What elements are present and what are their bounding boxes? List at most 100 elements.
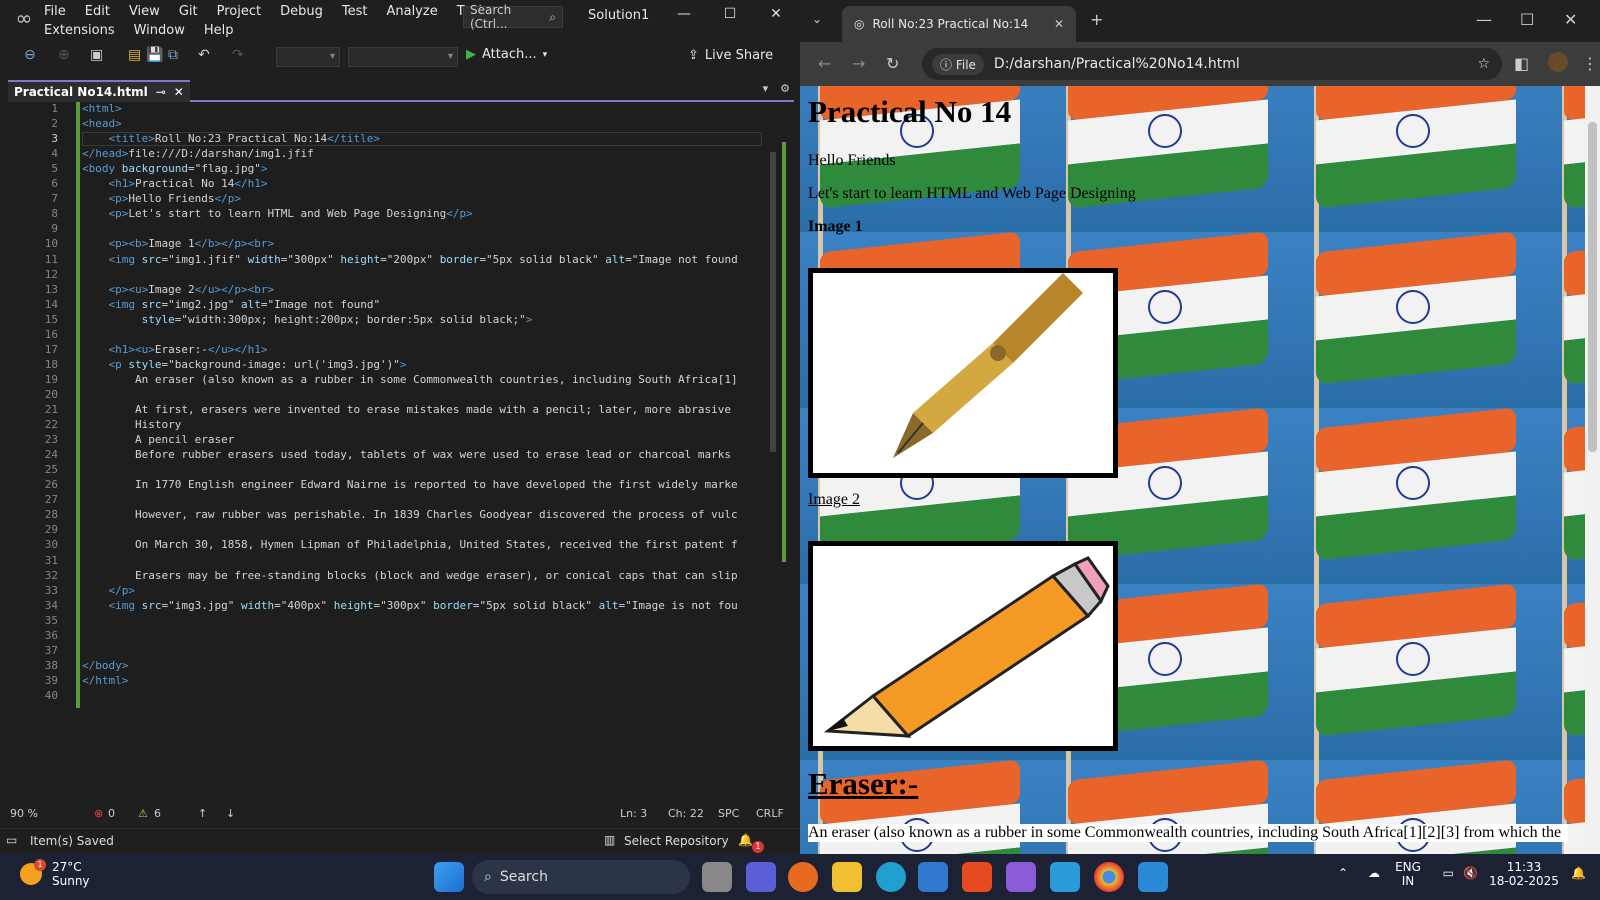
close-icon[interactable]: ✕ (764, 6, 788, 22)
back-icon[interactable]: ← (818, 54, 831, 73)
tab-close-icon[interactable]: ✕ (174, 85, 184, 99)
minimize-icon[interactable]: — (1476, 10, 1492, 29)
taskbar-search[interactable]: ⌕ Search (472, 860, 690, 894)
menu-kebab-icon[interactable]: ⋮ (1582, 54, 1598, 73)
code-line[interactable]: <p><u>Image 2</u></p><br> (82, 283, 275, 296)
code-line[interactable]: <h1><u>Eraser:-</u></h1> (82, 343, 268, 356)
select-repository[interactable]: Select Repository (624, 834, 729, 848)
site-info-chip[interactable]: ⓘ File (932, 53, 984, 75)
code-line[interactable]: <img src="img1.jfif" width="300px" heigh… (82, 253, 738, 266)
spc-indicator[interactable]: SPC (718, 807, 739, 820)
config-dropdown[interactable]: ▾ (276, 47, 340, 67)
menu-edit[interactable]: Edit (85, 4, 119, 19)
save-icon[interactable]: 💾 (146, 47, 163, 63)
code-line[interactable]: <p><b>Image 1</b></p><br> (82, 237, 275, 250)
forward-icon[interactable]: → (852, 54, 865, 73)
new-project-icon[interactable]: ▣ (90, 47, 103, 63)
chrome-tab[interactable]: ◎ Roll No:23 Practical No:14 ✕ (842, 6, 1076, 42)
teams-icon[interactable] (746, 862, 776, 892)
scrollbar-thumb[interactable] (770, 152, 776, 452)
attach-button[interactable]: ▶ Attach... ▾ (466, 47, 547, 62)
store-icon[interactable] (918, 862, 948, 892)
maximize-icon[interactable]: ☐ (718, 6, 742, 22)
code-line[interactable]: </head>file:///D:/darshan/img1.jfif (82, 147, 314, 160)
editor-vertical-scrollbar[interactable] (766, 122, 780, 782)
code-editor[interactable]: 1 2 3 4 5 6 7 8 9 10 11 12 13 14 15 16 17 18 19 20 21 22 23 24 2… (8, 102, 786, 802)
page-scrollbar-thumb[interactable] (1588, 122, 1597, 452)
windows-start-icon[interactable] (434, 862, 464, 892)
menu-project[interactable]: Project (217, 4, 270, 19)
code-line[interactable]: <img src="img2.jpg" alt="Image not found… (82, 298, 381, 311)
vs-search-box[interactable]: Search (Ctrl... ⌕ (463, 3, 563, 31)
platform-dropdown[interactable]: ▾ (348, 47, 458, 67)
notification-bell-icon[interactable]: 🔔 (738, 833, 753, 847)
file-explorer-icon[interactable] (832, 862, 862, 892)
menu-extensions[interactable]: Extensions (44, 23, 124, 38)
code-line[interactable]: </p> (82, 584, 136, 597)
menu-view[interactable]: View (129, 4, 169, 19)
code-line[interactable]: An eraser (also known as a rubber in som… (82, 373, 738, 386)
arrow-up-icon[interactable]: ↑ (198, 807, 207, 820)
photos-icon[interactable] (1138, 862, 1168, 892)
bookmark-star-icon[interactable]: ☆ (1477, 56, 1490, 72)
notification-center-icon[interactable]: 🔔 (1571, 866, 1586, 880)
crlf-indicator[interactable]: CRLF (756, 807, 784, 820)
redo-icon[interactable]: ↷ (232, 47, 244, 63)
region-code[interactable]: IN (1388, 874, 1428, 888)
open-folder-icon[interactable]: ▤ (128, 47, 141, 63)
code-line[interactable]: In 1770 English engineer Edward Nairne i… (82, 478, 738, 491)
visual-studio-icon[interactable] (1006, 862, 1036, 892)
warning-count[interactable]: 6 (154, 807, 161, 820)
code-line[interactable]: A pencil eraser (82, 433, 234, 446)
menu-file[interactable]: File (44, 4, 75, 19)
warning-icon[interactable]: ⚠ (138, 807, 148, 820)
firefox-icon[interactable] (788, 862, 818, 892)
close-icon[interactable]: ✕ (1564, 10, 1577, 29)
code-line[interactable]: style="width:300px; height:200px; border… (82, 313, 533, 326)
volume-muted-icon[interactable]: 🔇 (1463, 866, 1478, 880)
page-scrollbar[interactable] (1585, 86, 1600, 854)
menu-help[interactable]: Help (204, 23, 243, 38)
side-panel-icon[interactable]: ◧ (1514, 54, 1529, 73)
code-line[interactable]: <p style="background-image: url('img3.jp… (82, 358, 407, 371)
code-line[interactable]: <head> (82, 117, 122, 130)
code-line[interactable]: Before rubber erasers used today, tablet… (82, 448, 731, 461)
code-line[interactable]: However, raw rubber was perishable. In 1… (82, 508, 738, 521)
chrome-icon[interactable] (1094, 862, 1124, 892)
new-tab-icon[interactable]: + (1090, 10, 1103, 29)
error-icon[interactable]: ⊗ (94, 807, 103, 820)
task-view-icon[interactable] (702, 862, 732, 892)
menu-test[interactable]: Test (342, 4, 377, 19)
tab-list-icon[interactable]: ▾ (763, 82, 769, 95)
url-text[interactable]: D:/darshan/Practical%20No14.html (994, 56, 1240, 72)
arrow-down-icon[interactable]: ↓ (226, 807, 235, 820)
forward-nav-icon[interactable]: ⊕ (58, 47, 70, 63)
gear-icon[interactable]: ⚙ (780, 82, 790, 95)
page-viewport[interactable]: Practical No 14 Hello Friends Let's star… (800, 86, 1585, 854)
pin-icon[interactable]: ⊸ (156, 85, 166, 99)
brave-icon[interactable] (962, 862, 992, 892)
address-bar[interactable]: ⓘ File D:/darshan/Practical%20No14.html … (922, 48, 1502, 80)
code-line[interactable]: <h1>Practical No 14</h1> (82, 177, 268, 190)
code-line[interactable]: </body> (82, 659, 128, 672)
code-line[interactable]: History (82, 418, 181, 431)
reload-icon[interactable]: ↻ (886, 54, 899, 73)
menu-window[interactable]: Window (134, 23, 194, 38)
minimize-icon[interactable]: — (672, 6, 696, 22)
code-line[interactable]: <body background="flag.jpg"> (82, 162, 267, 175)
profile-avatar[interactable] (1548, 52, 1568, 72)
menu-debug[interactable]: Debug (280, 4, 332, 19)
undo-icon[interactable]: ↶ (198, 47, 210, 63)
tab-close-icon[interactable]: ✕ (1054, 17, 1064, 31)
code-line[interactable]: <img src="img3.jpg" width="400px" height… (82, 599, 738, 612)
zoom-level[interactable]: 90 % (10, 807, 38, 820)
weather-widget[interactable]: 1 27°C Sunny (20, 859, 90, 888)
menu-analyze[interactable]: Analyze (386, 4, 446, 19)
error-count[interactable]: 0 (108, 807, 115, 820)
code-line[interactable]: Erasers may be free-standing blocks (blo… (82, 569, 738, 582)
back-nav-icon[interactable]: ⊖ (24, 47, 36, 63)
tab-search-icon[interactable]: ⌄ (812, 12, 822, 26)
code-line[interactable]: <p>Let's start to learn HTML and Web Pag… (82, 207, 473, 220)
code-line[interactable]: At first, erasers were invented to erase… (82, 403, 731, 416)
save-all-icon[interactable]: ⧉ (168, 47, 178, 63)
